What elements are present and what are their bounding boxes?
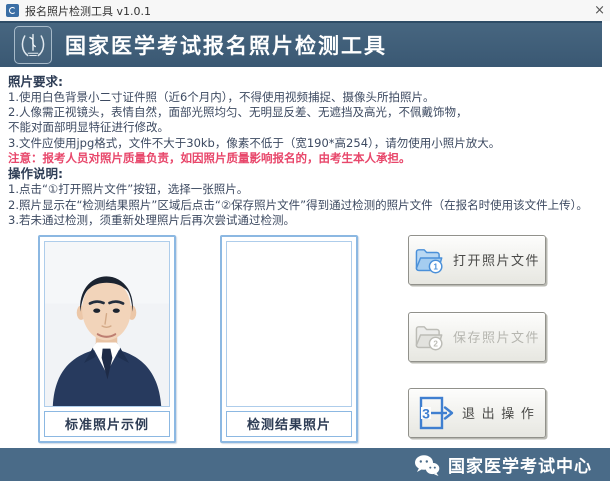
app-icon [6,4,19,17]
save-photo-label: 保存照片文件 [453,327,540,346]
save-photo-button[interactable]: 2 保存照片文件 [408,312,546,362]
open-folder-icon: 1 [414,243,445,277]
title-bar: 报名照片检测工具 v1.0.1 × [0,0,610,21]
sample-photo-label: 标准照片示例 [44,411,170,437]
instructions-line: 1.点击“①打开照片文件”按钮，选择一张照片。 [8,182,602,197]
instructions-heading: 操作说明: [8,166,602,182]
requirements-heading: 照片要求: [8,74,602,90]
instructions-line: 2.照片显示在“检测结果照片”区域后点击“②保存照片文件”得到通过检测的照片文件… [8,198,602,213]
close-icon[interactable]: × [592,4,607,17]
app-title: 国家医学考试报名照片检测工具 [65,30,387,60]
result-photo-frame: 检测结果照片 [220,235,358,443]
main-row: 标准照片示例 检测结果照片 1 打开照片文件 [38,235,602,443]
app-window: 报名照片检测工具 v1.0.1 × 国家医学考试报名照片检测工具 [0,0,610,481]
window-title: 报名照片检测工具 v1.0.1 [25,3,151,19]
save-folder-icon: 2 [414,320,445,354]
exit-button[interactable]: 3 退 出 操 作 [408,388,546,438]
exit-label: 退 出 操 作 [462,403,535,422]
action-buttons: 1 打开照片文件 2 保存照片文件 [408,235,546,438]
instructions-line: 3.若未通过检测，须重新处理照片后再次尝试通过检测。 [8,213,602,228]
sample-portrait-image [45,242,169,406]
warning-note: 注意：报考人员对照片质量负责，如因照片质量影响报名的，由考生本人承担。 [8,151,602,167]
content-area: 照片要求: 1.使用白色背景小二寸证件照（近6个月内），不得使用视频捕捉、摄像头… [0,67,610,443]
requirements-line: 不能对面部明显特征进行修改。 [8,120,602,135]
footer-bar: 国家医学考试中心 [0,448,610,481]
requirements-line: 1.使用白色背景小二寸证件照（近6个月内），不得使用视频捕捉、摄像头所拍照片。 [8,90,602,105]
footer-org-name: 国家医学考试中心 [448,452,592,477]
open-photo-button[interactable]: 1 打开照片文件 [408,235,546,285]
svg-text:2: 2 [433,339,438,348]
sample-photo-frame: 标准照片示例 [38,235,176,443]
medical-emblem-icon [14,26,52,64]
open-photo-label: 打开照片文件 [453,250,540,269]
requirements-line: 3.文件应使用jpg格式，文件不大于30kb，像素不低于（宽190*高254），… [8,136,602,151]
requirements-line: 2.人像需正视镜头，表情自然，面部光照均匀、无明显反差、无遮挡及高光，不佩戴饰物… [8,105,602,120]
wechat-icon [414,454,440,476]
result-photo-label: 检测结果照片 [226,411,352,437]
svg-text:3: 3 [422,405,430,421]
result-photo-empty [226,241,352,407]
exit-door-arrow-icon: 3 [414,395,454,431]
header-band: 国家医学考试报名照片检测工具 [0,21,602,67]
sample-photo [44,241,170,407]
svg-text:1: 1 [433,262,438,271]
